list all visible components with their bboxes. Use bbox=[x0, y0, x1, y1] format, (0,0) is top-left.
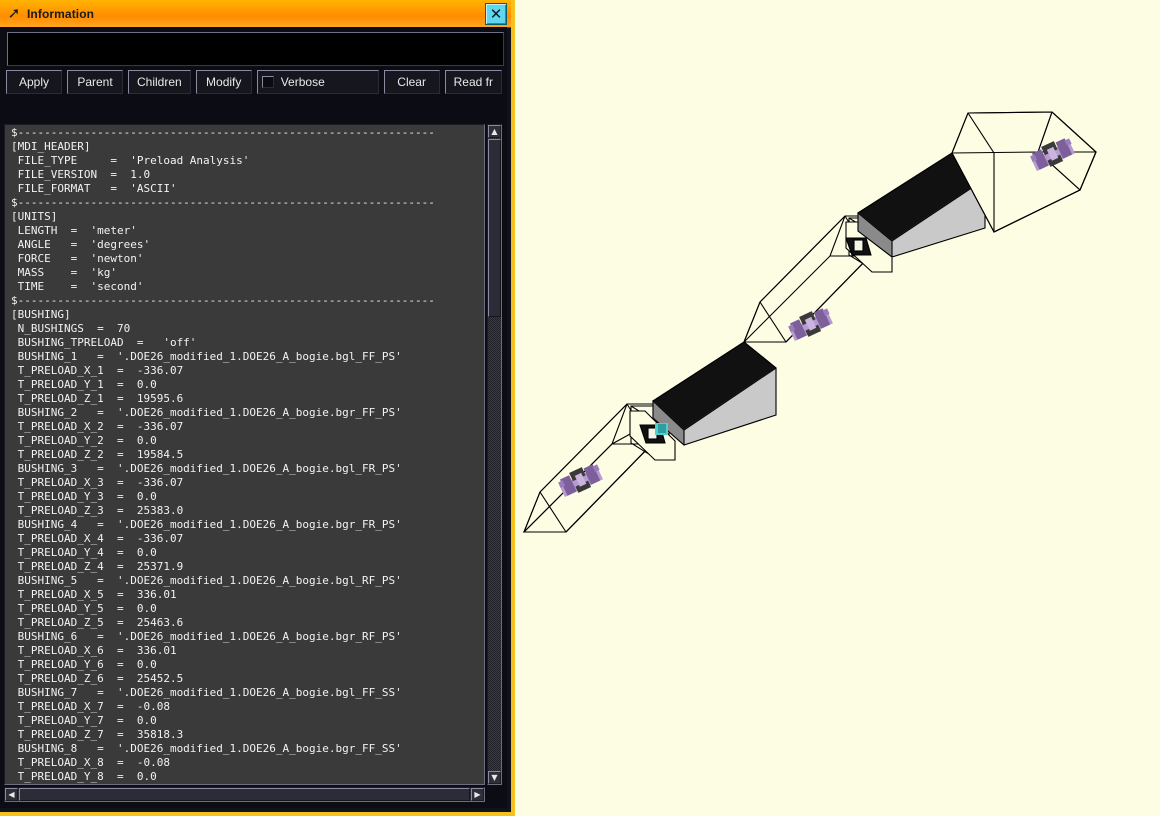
vertical-scrollbar-thumb[interactable] bbox=[488, 139, 501, 317]
window-title: Information bbox=[27, 6, 95, 21]
clear-button[interactable]: Clear bbox=[383, 70, 440, 94]
window-body: Apply Parent Children Modify Verbose Cle… bbox=[0, 27, 507, 808]
scroll-right-icon[interactable]: ▶ bbox=[471, 788, 484, 801]
app-icon: ➚ bbox=[7, 4, 21, 22]
command-input[interactable] bbox=[8, 33, 503, 65]
scroll-down-icon[interactable]: ▼ bbox=[488, 771, 501, 784]
window-titlebar[interactable]: ➚ Information ✕ bbox=[0, 0, 511, 28]
parent-button[interactable]: Parent bbox=[67, 70, 123, 94]
horizontal-scrollbar[interactable]: ◀ ▶ bbox=[4, 787, 485, 802]
children-button[interactable]: Children bbox=[128, 70, 191, 94]
vertical-scrollbar[interactable]: ▲ ▼ bbox=[487, 124, 502, 785]
scroll-up-icon[interactable]: ▲ bbox=[488, 125, 501, 138]
information-window: ➚ Information ✕ Apply Parent Children Mo… bbox=[0, 0, 515, 816]
screen-root: ➚ Information ✕ Apply Parent Children Mo… bbox=[0, 0, 1160, 816]
text-output-content: $---------------------------------------… bbox=[11, 126, 435, 783]
command-entry-field[interactable] bbox=[7, 32, 504, 66]
verbose-label: Verbose bbox=[280, 75, 325, 89]
text-output-pane[interactable]: $---------------------------------------… bbox=[4, 124, 485, 785]
apply-button[interactable]: Apply bbox=[6, 70, 62, 94]
read-from-file-button[interactable]: Read fr bbox=[444, 70, 502, 94]
scroll-left-icon[interactable]: ◀ bbox=[5, 788, 18, 801]
close-icon[interactable]: ✕ bbox=[485, 3, 507, 25]
car-body-2-solid bbox=[629, 341, 777, 461]
toolbar: Apply Parent Children Modify Verbose Cle… bbox=[6, 70, 507, 94]
text-output-region: $---------------------------------------… bbox=[4, 124, 502, 802]
modify-button[interactable]: Modify bbox=[195, 70, 252, 94]
horizontal-scrollbar-thumb[interactable] bbox=[19, 788, 470, 801]
verbose-checkbox[interactable]: Verbose bbox=[256, 70, 379, 94]
text-output-row: $---------------------------------------… bbox=[4, 124, 502, 785]
verbose-checkbox-box[interactable] bbox=[261, 76, 274, 88]
